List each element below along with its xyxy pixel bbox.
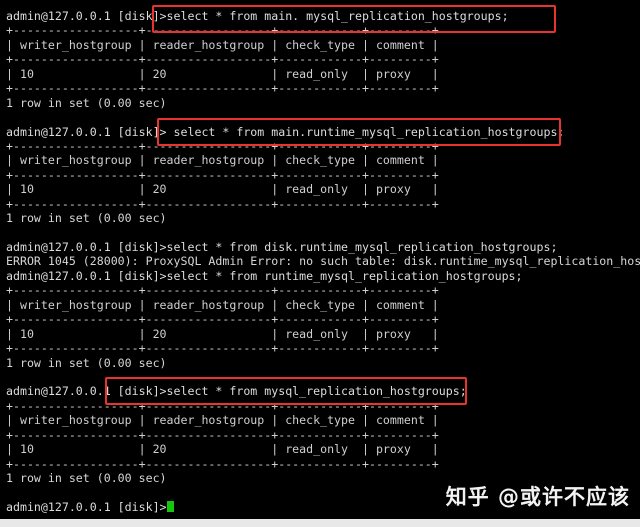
- terminal-table-line: | writer_hostgroup | reader_hostgroup | …: [6, 37, 439, 52]
- terminal-table-line: +------------------+------------------+-…: [6, 23, 439, 38]
- terminal-status-line: 1 row in set (0.00 sec): [6, 95, 167, 110]
- terminal-table-line: | 10 | 20 | read_only | proxy |: [6, 326, 439, 341]
- terminal-table-line: | 10 | 20 | read_only | proxy |: [6, 66, 439, 81]
- terminal-table-line: +------------------+------------------+-…: [6, 398, 439, 413]
- terminal-command-line: admin@127.0.0.1 [disk]> select * from ma…: [6, 124, 565, 139]
- terminal-command-line: admin@127.0.0.1 [disk]>select * from mys…: [6, 384, 467, 399]
- terminal-table-line: +------------------+------------------+-…: [6, 52, 439, 67]
- terminal-table-line: +------------------+------------------+-…: [6, 196, 439, 211]
- terminal-table-line: | writer_hostgroup | reader_hostgroup | …: [6, 297, 439, 312]
- watermark-text: 知乎 @或许不应该: [445, 485, 630, 509]
- terminal-table-line: | 10 | 20 | read_only | proxy |: [6, 182, 439, 197]
- terminal-command-line: admin@127.0.0.1 [disk]>select * from run…: [6, 268, 523, 283]
- text-cursor[interactable]: [166, 500, 174, 512]
- terminal-table-line: +------------------+------------------+-…: [6, 312, 439, 327]
- terminal-output[interactable]: admin@127.0.0.1 [disk]>select * from mai…: [0, 0, 640, 519]
- terminal-table-line: +------------------+------------------+-…: [6, 341, 439, 356]
- bottom-status-strip: [0, 519, 640, 527]
- terminal-table-line: +------------------+------------------+-…: [6, 427, 439, 442]
- terminal-table-line: | writer_hostgroup | reader_hostgroup | …: [6, 413, 439, 428]
- terminal-table-line: | 10 | 20 | read_only | proxy |: [6, 442, 439, 457]
- terminal-table-line: +------------------+------------------+-…: [6, 283, 439, 298]
- prompt-text: admin@127.0.0.1 [disk]>: [6, 499, 167, 514]
- terminal-command-line: admin@127.0.0.1 [disk]>select * from mai…: [6, 9, 509, 23]
- terminal-screen: admin@127.0.0.1 [disk]>select * from mai…: [0, 0, 640, 527]
- terminal-table-line: +------------------+------------------+-…: [6, 167, 439, 182]
- terminal-table-line: | writer_hostgroup | reader_hostgroup | …: [6, 153, 439, 168]
- terminal-table-line: +------------------+------------------+-…: [6, 81, 439, 96]
- terminal-status-line: 1 row in set (0.00 sec): [6, 211, 167, 226]
- terminal-error-line: ERROR 1045 (28000): ProxySQL Admin Error…: [6, 254, 640, 269]
- terminal-status-line: 1 row in set (0.00 sec): [6, 355, 167, 370]
- terminal-table-line: +------------------+------------------+-…: [6, 456, 439, 471]
- terminal-table-line: +------------------+------------------+-…: [6, 138, 439, 153]
- terminal-command-line: admin@127.0.0.1 [disk]>select * from dis…: [6, 240, 558, 254]
